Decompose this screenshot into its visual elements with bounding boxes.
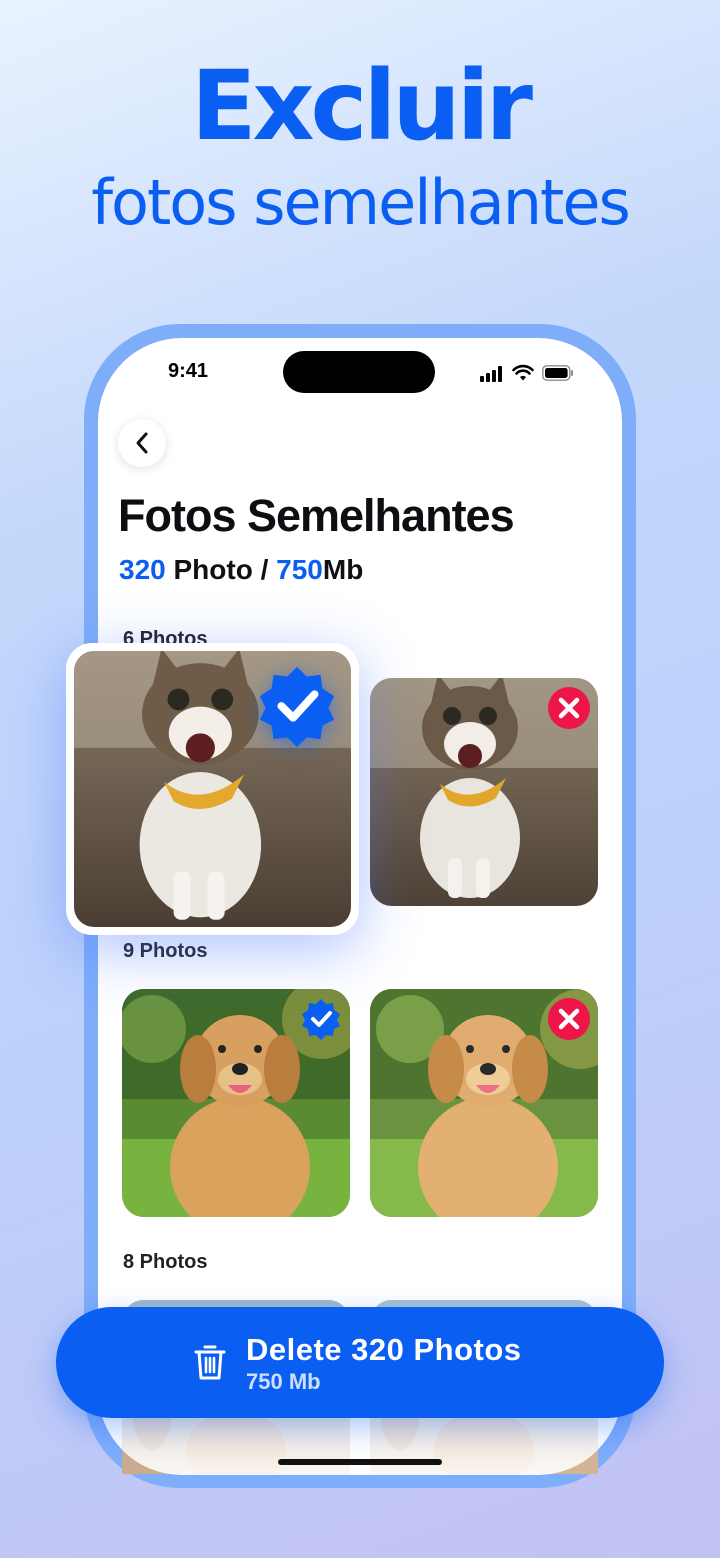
- back-button[interactable]: [118, 419, 166, 467]
- promo-headline: Excluir: [191, 50, 533, 162]
- check-badge-icon[interactable]: [299, 997, 343, 1041]
- delete-button-size: 750 Mb: [246, 1369, 321, 1394]
- size-value: 750: [276, 554, 323, 585]
- group-label: 9 Photos: [123, 940, 208, 962]
- cellular-signal-icon: [480, 366, 502, 382]
- home-indicator: [278, 1459, 442, 1465]
- delete-button-label: Delete 320 Photos: [246, 1332, 522, 1367]
- trash-icon: [194, 1345, 226, 1380]
- wifi-icon: [512, 364, 534, 381]
- size-unit: Mb: [322, 554, 364, 585]
- promo-subline: fotos semelhantes: [91, 166, 631, 239]
- close-icon[interactable]: [547, 686, 591, 730]
- status-time: 9:41: [168, 360, 209, 382]
- chevron-left-icon: [136, 432, 148, 454]
- photo-count: 320: [119, 554, 166, 585]
- photo-label: Photo /: [165, 554, 277, 585]
- photo-stats: 320 Photo / 750Mb: [119, 554, 363, 586]
- battery-icon: [542, 365, 573, 381]
- close-icon[interactable]: [547, 997, 591, 1041]
- dynamic-island: [283, 351, 435, 393]
- group-label: 8 Photos: [123, 1251, 208, 1273]
- check-badge-icon[interactable]: [254, 663, 340, 749]
- page-title: Fotos Semelhantes: [118, 490, 515, 541]
